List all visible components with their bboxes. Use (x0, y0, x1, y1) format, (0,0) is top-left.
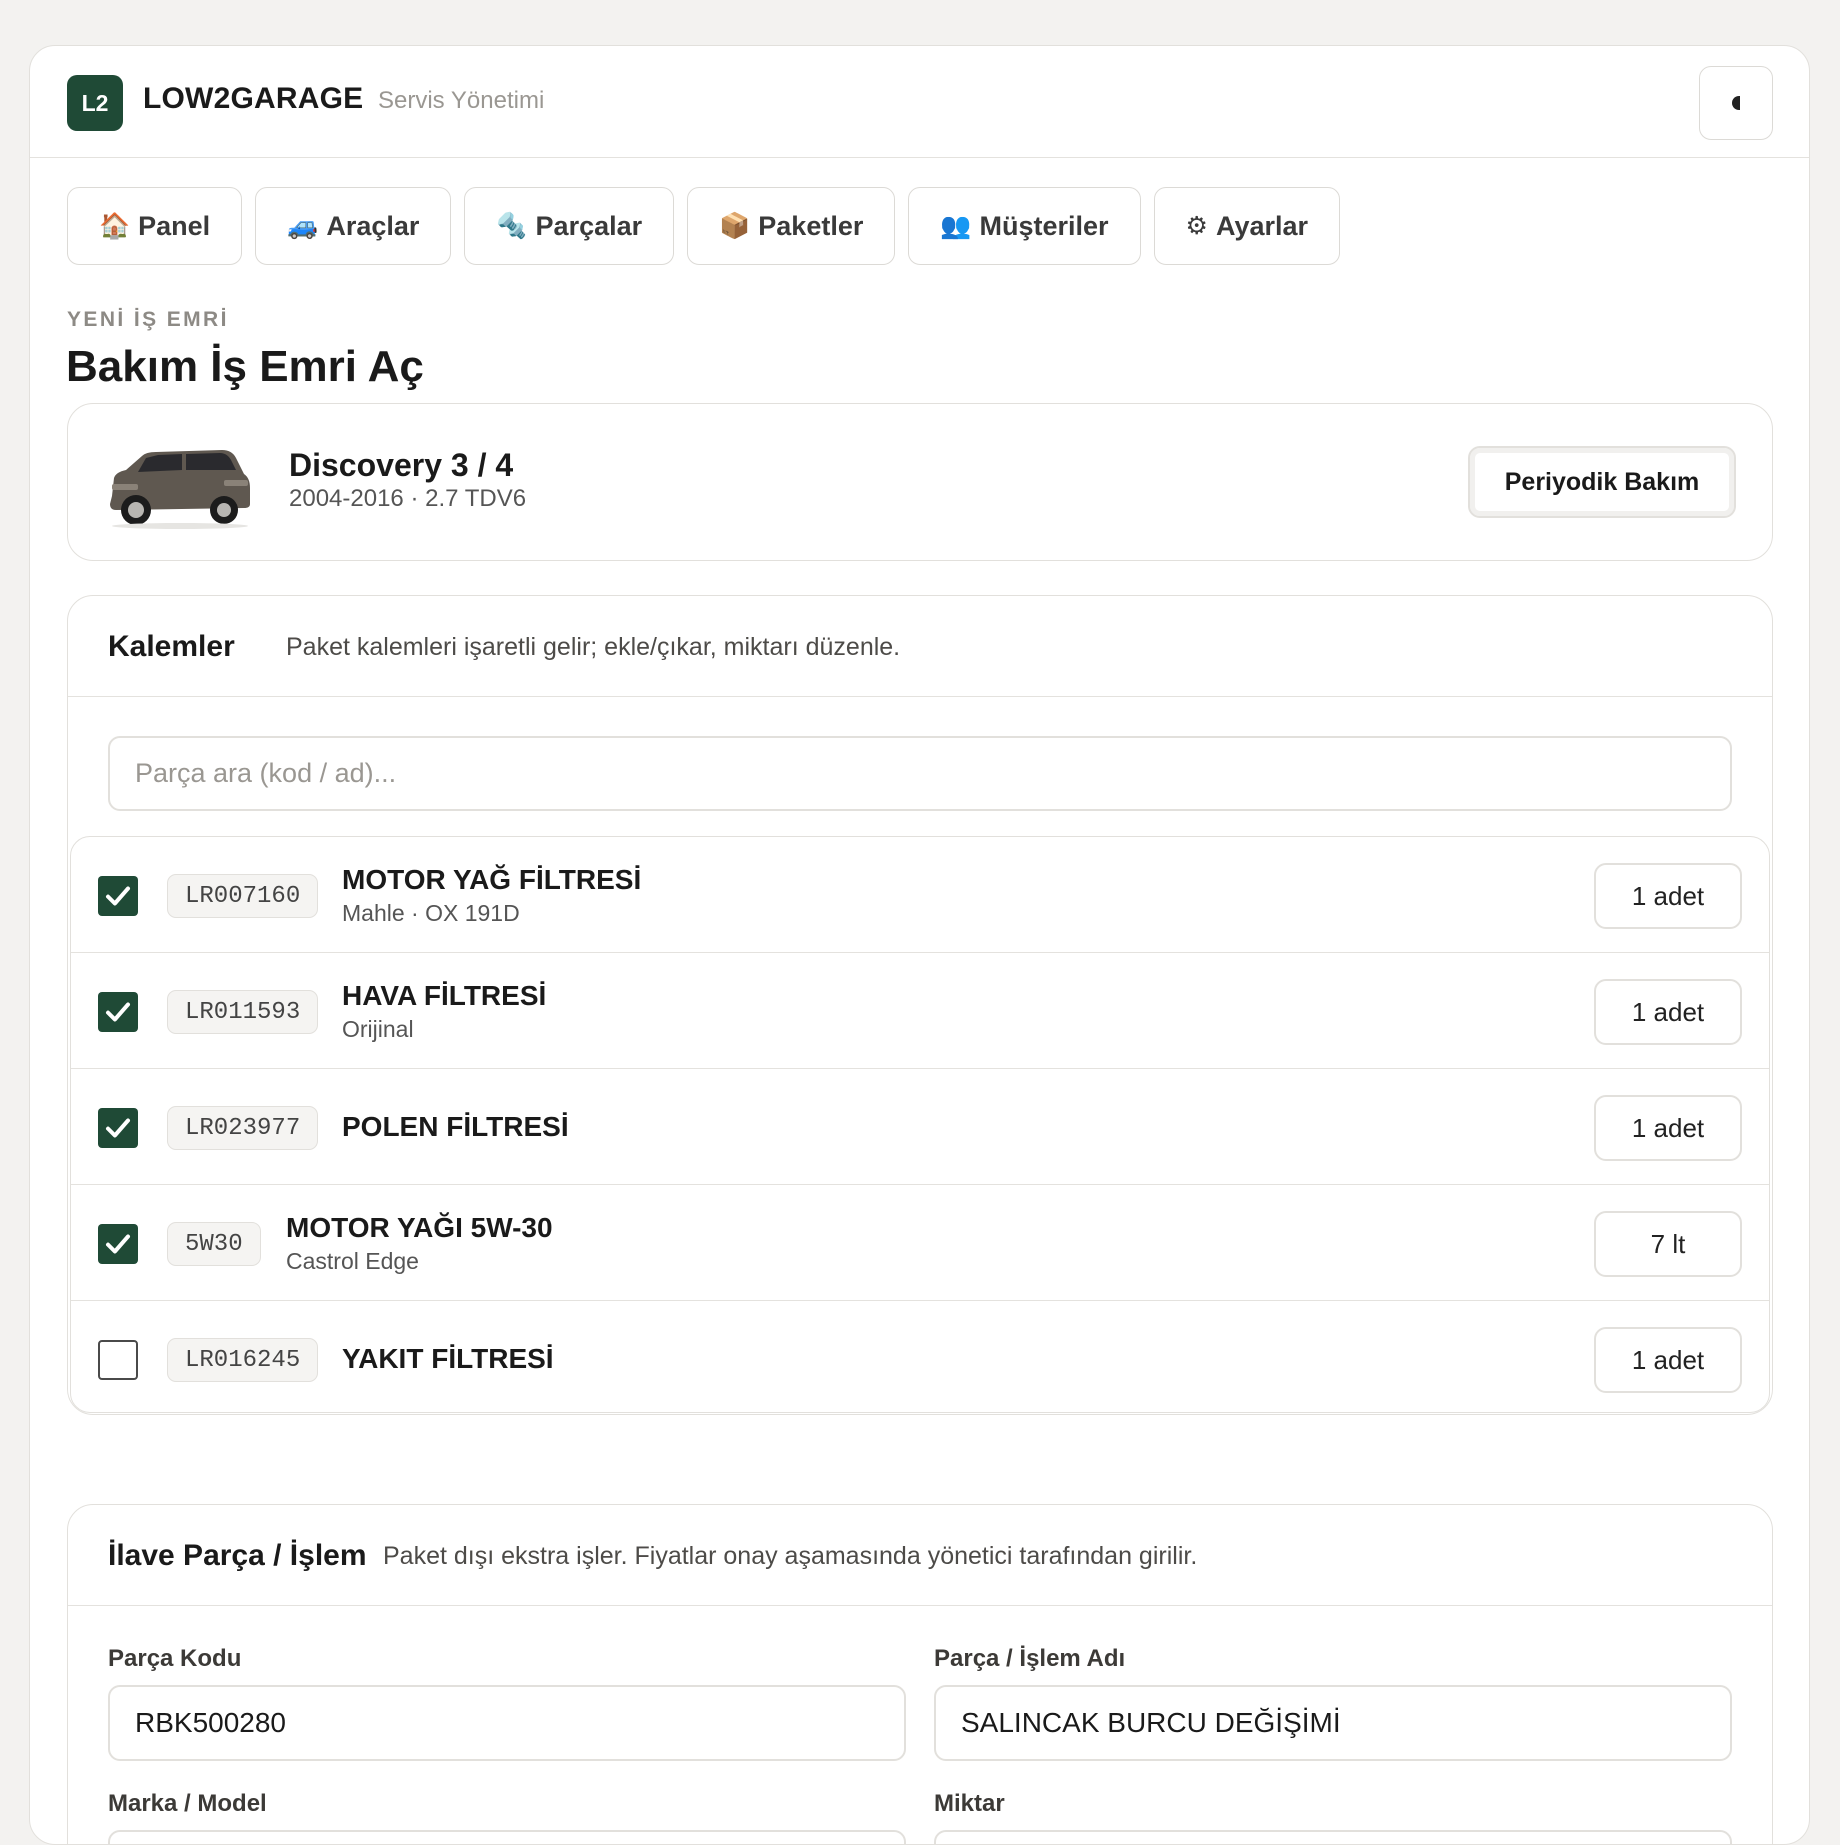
part-name: POLEN FİLTRESİ (342, 1111, 569, 1142)
quantity-field[interactable]: 1 adet (1594, 1095, 1742, 1161)
brand-name: LOW2GARAGE (143, 82, 364, 115)
item-checkbox[interactable] (98, 1108, 138, 1148)
part-brand: Orijinal (342, 1016, 414, 1042)
nav-packages[interactable]: 📦 Paketler (687, 187, 896, 265)
part-code: LR007160 (167, 874, 319, 918)
users-icon: 👥 (940, 211, 972, 240)
vehicle-name: Discovery 3 / 4 (289, 447, 514, 483)
part-name: YAKIT FİLTRESİ (342, 1343, 554, 1374)
items-description: Paket kalemleri işaretli gelir; ekle/çık… (286, 633, 901, 661)
nav-label: Araçlar (326, 210, 420, 241)
page-title: Bakım İş Emri Aç (66, 342, 424, 391)
app-window: L2 LOW2GARAGE Servis Yönetimi 🏠 Panel 🚙 Ar… (29, 45, 1810, 1845)
brand-model-label: Marka / Model (108, 1790, 267, 1817)
page-eyebrow: YENİ İŞ EMRİ (67, 308, 229, 331)
part-code: 5W30 (167, 1222, 261, 1266)
package-icon: 📦 (719, 211, 751, 240)
part-brand: Mahle · OX 191D (342, 900, 520, 926)
list-item: LR023977 POLEN FİLTRESİ 1 adet (71, 1069, 1769, 1185)
check-icon (106, 1118, 130, 1138)
items-card: Kalemler Paket kalemleri işaretli gelir;… (67, 595, 1773, 1415)
package-select-button[interactable]: Periyodik Bakım (1468, 446, 1736, 518)
top-bar: L2 LOW2GARAGE Servis Yönetimi (30, 46, 1809, 158)
item-checkbox[interactable] (98, 992, 138, 1032)
part-name: HAVA FİLTRESİ (342, 980, 547, 1011)
vehicle-card: Discovery 3 / 4 2004-2016 · 2.7 TDV6 Per… (67, 403, 1773, 561)
part-code-label: Parça Kodu (108, 1645, 242, 1672)
extra-title: İlave Parça / İşlem (108, 1539, 367, 1572)
list-item: 5W30 MOTOR YAĞI 5W-30 Castrol Edge 7 lt (71, 1185, 1769, 1301)
nav-vehicles[interactable]: 🚙 Araçlar (255, 187, 452, 265)
nav-label: Panel (138, 210, 211, 241)
list-item: LR011593 HAVA FİLTRESİ Orijinal 1 adet (71, 953, 1769, 1069)
home-icon: 🏠 (99, 211, 131, 240)
quantity-label: Miktar (934, 1790, 1005, 1817)
nav-parts[interactable]: 🔩 Parçalar (464, 187, 675, 265)
part-code: LR023977 (167, 1106, 319, 1150)
part-search-input[interactable] (108, 736, 1732, 811)
nav-panel[interactable]: 🏠 Panel (67, 187, 243, 265)
items-title: Kalemler (108, 630, 235, 663)
vehicle-details: 2004-2016 · 2.7 TDV6 (289, 485, 527, 512)
quantity-field[interactable]: 1 adet (1594, 863, 1742, 929)
check-icon (106, 886, 130, 906)
moon-icon (1732, 96, 1740, 110)
list-item: LR007160 MOTOR YAĞ FİLTRESİ Mahle · OX 1… (71, 837, 1769, 953)
extra-items-card: İlave Parça / İşlem Paket dışı ekstra iş… (67, 1504, 1773, 1844)
car-icon: 🚙 (287, 211, 319, 240)
nav-label: Müşteriler (979, 210, 1109, 241)
quantity-input[interactable] (934, 1830, 1732, 1844)
part-code: LR011593 (167, 990, 319, 1034)
nav-customers[interactable]: 👥 Müşteriler (908, 187, 1141, 265)
quantity-field[interactable]: 7 lt (1594, 1211, 1742, 1277)
nav-label: Paketler (758, 210, 864, 241)
items-header: Kalemler Paket kalemleri işaretli gelir;… (68, 596, 1772, 697)
part-name-label: Parça / İşlem Adı (934, 1645, 1126, 1672)
brand-model-input[interactable] (108, 1830, 906, 1844)
item-checkbox[interactable] (98, 1340, 138, 1380)
quantity-field[interactable]: 1 adet (1594, 979, 1742, 1045)
part-code: LR016245 (167, 1338, 319, 1382)
brand-subtitle: Servis Yönetimi (378, 87, 545, 114)
main-nav: 🏠 Panel 🚙 Araçlar 🔩 Parçalar 📦 Paketler 👥 Müş… (67, 187, 1341, 265)
theme-toggle-button[interactable] (1699, 66, 1773, 140)
vehicle-image (110, 450, 250, 529)
extra-header: İlave Parça / İşlem Paket dışı ekstra iş… (68, 1505, 1772, 1606)
part-name: MOTOR YAĞI 5W-30 (286, 1212, 553, 1243)
items-list: LR007160 MOTOR YAĞ FİLTRESİ Mahle · OX 1… (70, 836, 1770, 1413)
item-checkbox[interactable] (98, 876, 138, 916)
nav-label: Parçalar (535, 210, 643, 241)
check-icon (106, 1002, 130, 1022)
quantity-field[interactable]: 1 adet (1594, 1327, 1742, 1393)
part-brand: Castrol Edge (286, 1248, 419, 1274)
extra-description: Paket dışı ekstra işler. Fiyatlar onay a… (383, 1542, 1198, 1570)
nav-settings[interactable]: ⚙ Ayarlar (1153, 187, 1341, 265)
nav-label: Ayarlar (1215, 210, 1309, 241)
list-item: LR016245 YAKIT FİLTRESİ 1 adet (71, 1301, 1769, 1412)
nut-bolt-icon: 🔩 (496, 211, 528, 240)
part-code-input[interactable] (108, 1685, 906, 1761)
gear-icon: ⚙ (1185, 212, 1208, 240)
check-icon (106, 1234, 130, 1254)
logo-badge: L2 (67, 75, 123, 131)
part-name-input[interactable] (934, 1685, 1732, 1761)
part-name: MOTOR YAĞ FİLTRESİ (342, 864, 642, 895)
item-checkbox[interactable] (98, 1224, 138, 1264)
